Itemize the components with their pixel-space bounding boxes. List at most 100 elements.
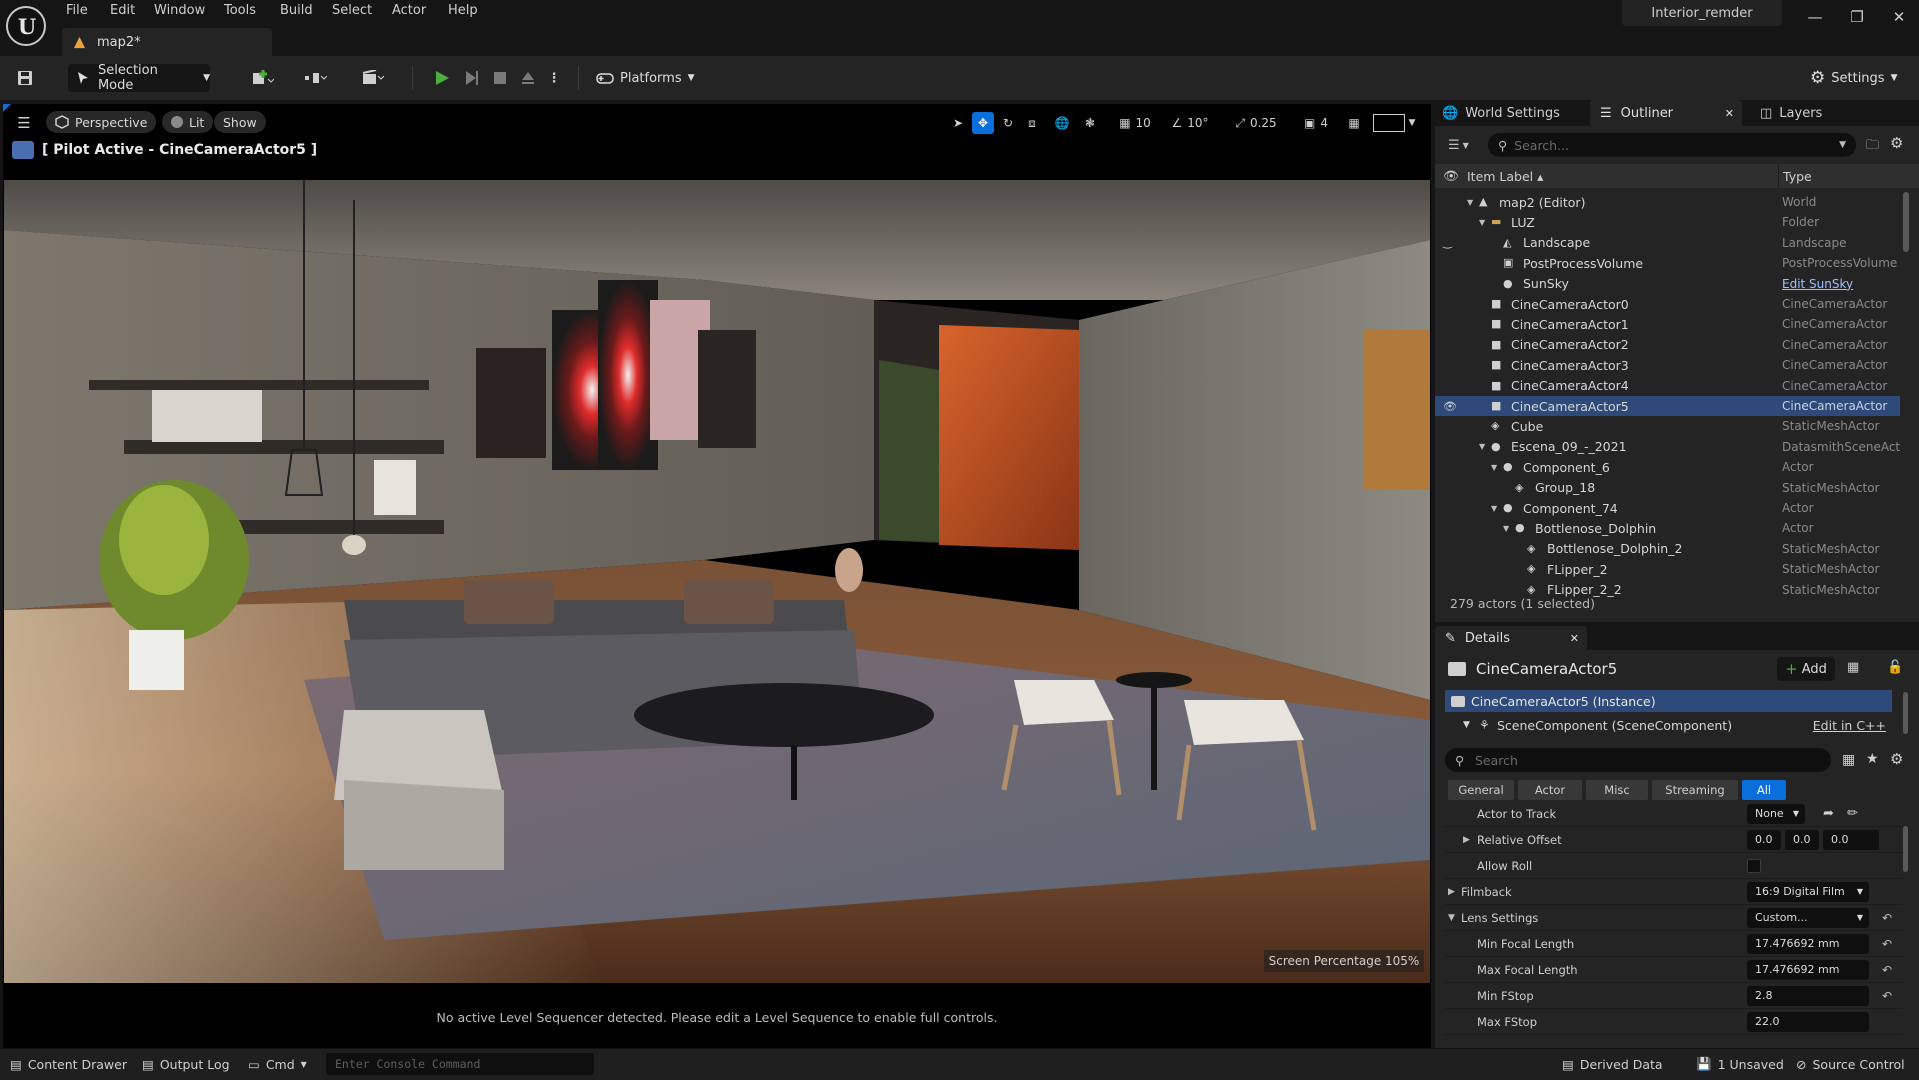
max-fstop-field[interactable]: 22.0 [1747,1011,1869,1032]
components-scrollbar[interactable] [1903,692,1908,734]
outliner-row[interactable]: ‿ ◭ Landscape Landscape [1435,233,1900,253]
tab-layers[interactable]: ◫ Layers [1760,100,1822,126]
rotation-snap-button[interactable]: ∠ 10° [1166,112,1214,134]
menu-build[interactable]: Build [280,3,313,21]
lighting-mode-button[interactable]: Lit [162,111,214,133]
min-fstop-field[interactable]: 2.8 [1747,985,1869,1006]
lens-settings-dropdown[interactable]: Custom... ▼ [1747,907,1869,928]
play-options-icon[interactable]: ⋮ [546,64,562,92]
blueprint-convert-icon[interactable]: ▦ [1847,660,1867,678]
expand-arrow-icon[interactable]: ▶ [1448,887,1455,897]
menu-window[interactable]: Window [154,3,205,21]
star-icon[interactable]: ★ [1866,751,1879,767]
filter-actor[interactable]: Actor [1518,780,1582,800]
menu-tools[interactable]: Tools [224,3,256,21]
layout-dropdown[interactable]: ▼ [1370,112,1418,134]
min-focal-length-field[interactable]: 17.476692 mm [1747,933,1869,954]
settings-dropdown[interactable]: ⚙ Settings ▼ [1810,64,1916,92]
outliner-row[interactable]: ▼ ▲ map2 (Editor) World [1435,192,1900,212]
outliner-row[interactable]: ▼ ▬ LUZ Folder [1435,212,1900,232]
outliner-row[interactable]: ◈ Bottlenose_Dolphin_2 StaticMeshActor [1435,539,1900,559]
filter-streaming[interactable]: Streaming [1652,780,1738,800]
surface-snap-icon[interactable]: ❃ [1080,112,1100,134]
hamburger-menu-icon[interactable]: ☰ [14,112,34,134]
component-instance-row[interactable]: CineCameraActor5 (Instance) [1445,690,1892,712]
visibility-eye-icon[interactable]: 👁 [1443,400,1457,413]
translate-tool-icon[interactable]: ✥ [972,112,994,134]
camera-speed-button[interactable]: ▣ 4 [1296,112,1336,134]
details-search-input[interactable]: ⚲ Search [1445,748,1831,772]
derived-data-button[interactable]: ▤ Derived Data [1562,1048,1663,1080]
view-mode-button[interactable]: Perspective [46,111,157,133]
reset-icon[interactable]: ↶ [1882,989,1892,1003]
offset-y-field[interactable]: 0.0 [1785,829,1819,850]
outliner-scrollbar[interactable] [1903,192,1909,252]
outliner-row[interactable]: ▼ ● Escena_09_-_2021 DatasmithSceneActor [1435,437,1900,457]
expand-arrow-icon[interactable]: ▼ [1503,524,1515,533]
add-component-button[interactable]: + Add [1777,657,1835,681]
filmback-dropdown[interactable]: 16:9 Digital Film ▼ [1747,881,1869,902]
offset-x-field[interactable]: 0.0 [1747,829,1781,850]
close-tab-icon[interactable]: ✕ [1570,632,1579,645]
unreal-logo-icon[interactable]: U [6,6,46,46]
filter-misc[interactable]: Misc [1586,780,1648,800]
outliner-row[interactable]: ■ CineCameraActor0 CineCameraActor [1435,294,1900,314]
close-icon[interactable]: ✕ [1884,4,1914,30]
edit-in-cpp-link[interactable]: Edit in C++ [1813,718,1886,733]
outliner-row[interactable]: ■ CineCameraActor3 CineCameraActor [1435,355,1900,375]
eject-icon[interactable] [516,64,540,92]
outliner-row[interactable]: 👁 ■ CineCameraActor5 CineCameraActor [1435,396,1900,416]
outliner-row[interactable]: ■ CineCameraActor2 CineCameraActor [1435,335,1900,355]
source-control-button[interactable]: ⊘ Source Control [1796,1048,1905,1080]
edit-sunsky-link[interactable]: Edit SunSky [1782,277,1900,291]
filter-icon[interactable]: ☰ ▼ [1448,135,1478,155]
expand-arrow-icon[interactable]: ▼ [1479,442,1491,451]
reset-icon[interactable]: ↶ [1882,963,1892,977]
menu-actor[interactable]: Actor [392,3,426,21]
outliner-row[interactable]: ● SunSky Edit SunSky [1435,274,1900,294]
filter-all[interactable]: All [1742,780,1786,800]
details-scrollbar[interactable] [1903,826,1908,872]
scale-snap-button[interactable]: ⤢ 0.25 [1228,112,1284,134]
outliner-row[interactable]: ▼ ● Component_6 Actor [1435,457,1900,477]
menu-help[interactable]: Help [448,3,478,21]
blueprint-icon[interactable] [296,64,336,92]
world-space-icon[interactable]: 🌐 [1052,112,1072,134]
scale-tool-icon[interactable]: ⧈ [1022,112,1042,134]
max-focal-length-field[interactable]: 17.476692 mm [1747,959,1869,980]
select-tool-icon[interactable]: ➤ [948,112,968,134]
selection-mode-dropdown[interactable]: Selection Mode ▼ [68,63,210,93]
outliner-row[interactable]: ◈ FLipper_2 StaticMeshActor [1435,559,1900,579]
content-drawer-button[interactable]: ▤ Content Drawer [10,1048,127,1080]
minimize-icon[interactable]: — [1800,4,1830,30]
stop-icon[interactable] [488,64,512,92]
pick-actor-icon[interactable]: ➦ [1823,806,1834,821]
expand-arrow-icon[interactable]: ▼ [1467,198,1479,207]
grid-snap-button[interactable]: ▦ 10 [1112,112,1158,134]
outliner-row[interactable]: ▼ ● Component_74 Actor [1435,498,1900,518]
details-settings-icon[interactable]: ⚙ [1890,750,1903,768]
close-tab-icon[interactable]: ✕ [1725,107,1734,120]
outliner-row[interactable]: ■ CineCameraActor1 CineCameraActor [1435,314,1900,334]
expand-arrow-icon[interactable]: ▼ [1479,218,1491,227]
reset-icon[interactable]: ↶ [1882,937,1892,951]
visibility-eye-icon[interactable]: ‿ [1443,236,1452,249]
play-icon[interactable] [430,64,454,92]
type-column[interactable]: Type [1777,169,1812,184]
outliner-row[interactable]: ◈ Cube StaticMeshActor [1435,416,1900,436]
restore-icon[interactable]: ❐ [1842,4,1872,30]
menu-select[interactable]: Select [332,3,372,21]
menu-file[interactable]: File [66,3,88,21]
platforms-dropdown[interactable]: Platforms ▼ [596,64,696,92]
item-label-column[interactable]: Item Label ▴ [1467,169,1543,184]
new-folder-icon[interactable]: 🗀 [1866,136,1884,154]
step-icon[interactable] [460,64,484,92]
scene-component-row[interactable]: ▼ ⚘ SceneComponent (SceneComponent) Edit… [1445,714,1892,736]
reset-icon[interactable]: ↶ [1882,911,1892,925]
console-command-input[interactable]: Enter Console Command [326,1053,594,1075]
rotate-tool-icon[interactable]: ↻ [998,112,1018,134]
maximize-viewport-icon[interactable]: ▦ [1344,112,1364,134]
tab-world-settings[interactable]: 🌐 World Settings [1442,100,1560,126]
cinematics-icon[interactable] [352,64,394,92]
expand-arrow-icon[interactable]: ▼ [1491,463,1503,472]
